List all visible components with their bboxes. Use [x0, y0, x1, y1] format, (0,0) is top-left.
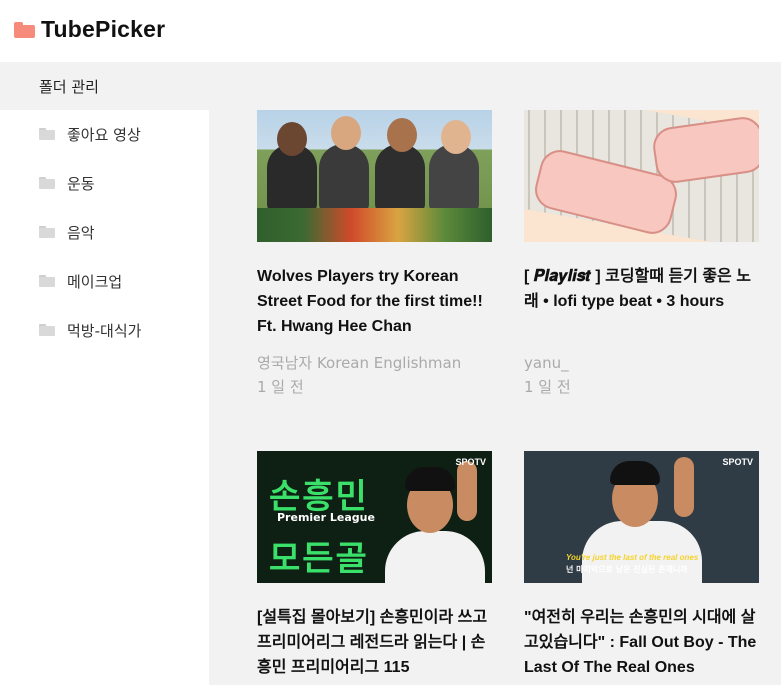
channel-name[interactable]: 영국남자 Korean Englishman	[257, 351, 492, 375]
folder-icon	[39, 275, 55, 287]
video-thumbnail[interactable]	[257, 110, 492, 242]
video-thumbnail[interactable]: 손흥민 Premier League 모든골 SPOTV	[257, 451, 492, 583]
sidebar-item-label: 음악	[67, 223, 95, 242]
thumb-league: Premier League	[277, 511, 375, 524]
video-title[interactable]: Wolves Players try Korean Street Food fo…	[257, 264, 492, 339]
video-grid: Wolves Players try Korean Street Food fo…	[209, 62, 781, 685]
video-card[interactable]: 손흥민 Premier League 모든골 SPOTV [설특집 몰아보기] …	[257, 451, 492, 680]
thumb-badge: SPOTV	[455, 457, 486, 467]
folder-icon	[39, 226, 55, 238]
upload-date: 1 일 전	[524, 378, 571, 396]
thumb-caption: You're just the last of the real ones	[566, 553, 699, 562]
sidebar-item-label: 좋아요 영상	[67, 125, 141, 144]
sidebar-item-liked[interactable]: 좋아요 영상	[0, 114, 209, 154]
upload-date: 1 일 전	[257, 378, 304, 396]
video-title[interactable]: "여전히 우리는 손흥민의 시대에 살고있습니다" : Fall Out Boy…	[524, 605, 759, 680]
video-card[interactable]: [ 𝑷𝒍𝒂𝒚𝒍𝒊𝒔𝒕 ] 코딩할때 듣기 좋은 노래 • lofi type b…	[524, 110, 759, 399]
folder-icon	[39, 324, 55, 336]
brand-logo[interactable]: TubePicker	[14, 16, 165, 43]
folder-icon	[39, 177, 55, 189]
video-title[interactable]: [설특집 몰아보기] 손흥민이라 쓰고 프리미어리그 레전드라 읽는다 | 손흥…	[257, 605, 492, 680]
sidebar-item-label: 먹방-대식가	[67, 321, 142, 340]
sidebar-item-exercise[interactable]: 운동	[0, 163, 209, 203]
video-card[interactable]: You're just the last of the real ones 넌 …	[524, 451, 759, 680]
folder-icon	[39, 128, 55, 140]
thumb-badge: SPOTV	[722, 457, 753, 467]
video-title[interactable]: [ 𝑷𝒍𝒂𝒚𝒍𝒊𝒔𝒕 ] 코딩할때 듣기 좋은 노래 • lofi type b…	[524, 264, 759, 339]
sidebar-item-music[interactable]: 음악	[0, 212, 209, 252]
sidebar-item-mukbang[interactable]: 먹방-대식가	[0, 310, 209, 350]
app-name: TubePicker	[41, 16, 166, 42]
folder-icon	[14, 21, 35, 38]
video-card[interactable]: Wolves Players try Korean Street Food fo…	[257, 110, 492, 399]
thumb-text: 모든골	[269, 540, 369, 578]
video-thumbnail[interactable]: You're just the last of the real ones 넌 …	[524, 451, 759, 583]
sidebar-item-label: 운동	[67, 174, 95, 193]
sidebar-item-label: 메이크업	[67, 272, 123, 291]
thumb-caption: 넌 마지막으로 남은 진실된 존재니까	[566, 565, 688, 574]
app-header: TubePicker	[0, 0, 781, 62]
video-thumbnail[interactable]	[524, 110, 759, 242]
sidebar-item-makeup[interactable]: 메이크업	[0, 261, 209, 301]
channel-name[interactable]: yanu_	[524, 351, 759, 375]
sidebar: 좋아요 영상 운동 음악 메이크업 먹방-대식가	[0, 110, 209, 685]
folder-manage-header[interactable]: 폴더 관리	[0, 62, 209, 110]
